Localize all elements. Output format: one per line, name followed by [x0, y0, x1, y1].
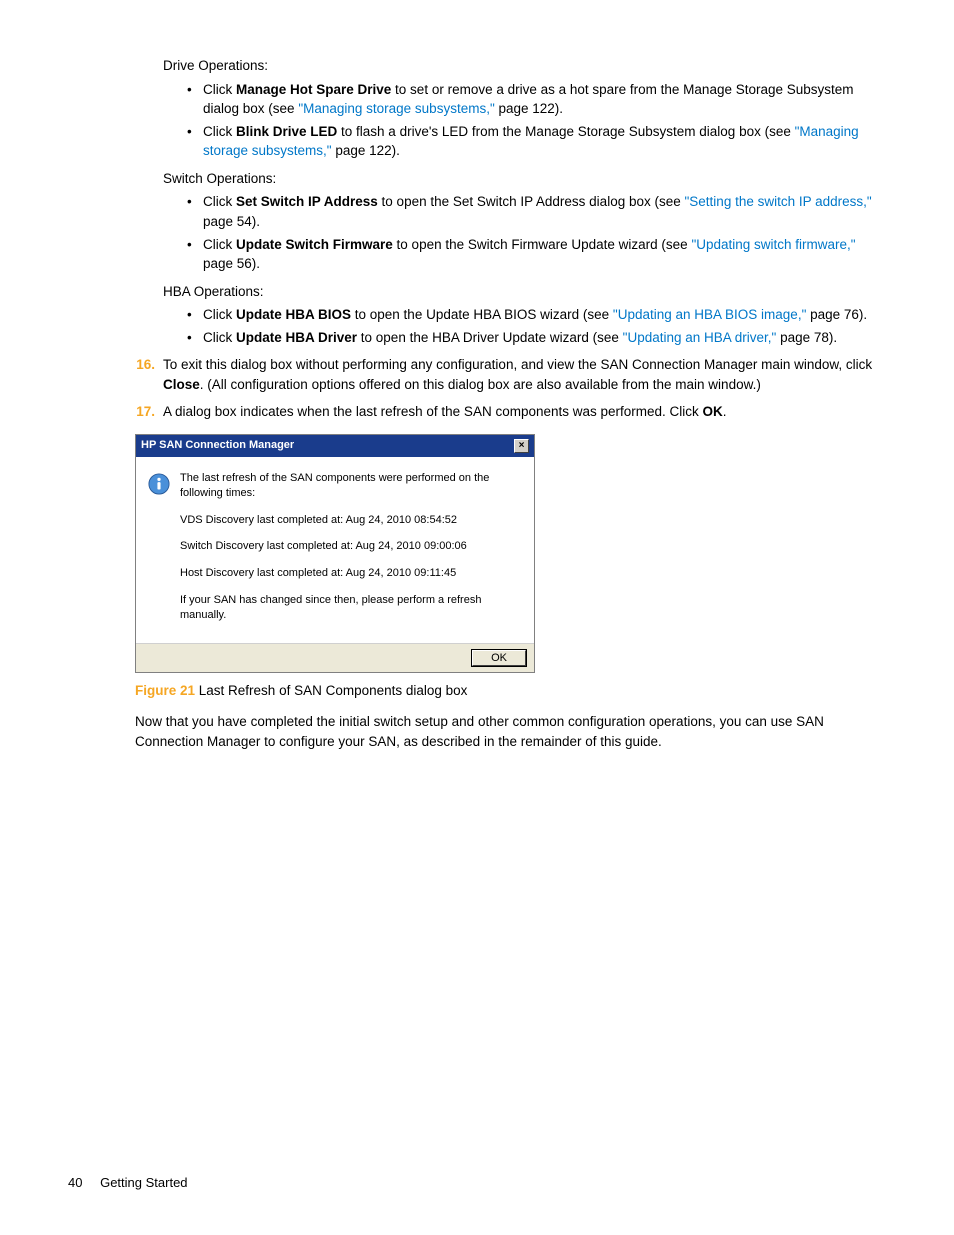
list-item: Click Set Switch IP Address to open the … — [203, 192, 886, 231]
bold-term: Manage Hot Spare Drive — [236, 82, 391, 97]
bold-term: Update HBA Driver — [236, 330, 357, 345]
dialog-footer: OK — [136, 643, 534, 672]
step-body: A dialog box indicates when the last ref… — [163, 402, 886, 422]
xref-link[interactable]: "Updating switch firmware," — [691, 237, 855, 252]
xref-link[interactable]: "Managing storage subsystems," — [298, 101, 494, 116]
bold-term: OK — [703, 404, 723, 419]
xref-link[interactable]: "Updating an HBA driver," — [623, 330, 777, 345]
info-icon — [148, 473, 170, 495]
page-footer: 40 Getting Started — [68, 1174, 188, 1193]
step-17: 17. A dialog box indicates when the last… — [163, 402, 886, 422]
dialog-messages: The last refresh of the SAN components w… — [180, 471, 522, 623]
bold-term: Update Switch Firmware — [236, 237, 393, 252]
bold-term: Close — [163, 377, 200, 392]
xref-link[interactable]: "Setting the switch IP address," — [685, 194, 872, 209]
hba-ops-list: Click Update HBA BIOS to open the Update… — [163, 305, 886, 347]
list-item: Click Update HBA Driver to open the HBA … — [203, 328, 886, 348]
switch-ops-list: Click Set Switch IP Address to open the … — [163, 192, 886, 273]
dialog-msg-host: Host Discovery last completed at: Aug 24… — [180, 566, 522, 581]
dialog-msg-intro: The last refresh of the SAN components w… — [180, 471, 522, 501]
figure-label: Figure 21 — [135, 683, 195, 698]
footer-section: Getting Started — [100, 1175, 187, 1190]
step-number: 17. — [135, 402, 163, 422]
drive-ops-label: Drive Operations: — [163, 56, 886, 76]
dialog-body: The last refresh of the SAN components w… — [136, 457, 534, 643]
bold-term: Update HBA BIOS — [236, 307, 351, 322]
figure-caption: Figure 21 Last Refresh of SAN Components… — [135, 681, 886, 701]
dialog-titlebar: HP SAN Connection Manager × — [136, 435, 534, 457]
step-body: To exit this dialog box without performi… — [163, 355, 886, 394]
page-number: 40 — [68, 1175, 82, 1190]
close-icon[interactable]: × — [514, 439, 529, 453]
closing-paragraph: Now that you have completed the initial … — [135, 712, 886, 751]
list-item: Click Update Switch Firmware to open the… — [203, 235, 886, 274]
page-content: Drive Operations: Click Manage Hot Spare… — [163, 56, 886, 422]
xref-link[interactable]: "Updating an HBA BIOS image," — [613, 307, 806, 322]
bold-term: Blink Drive LED — [236, 124, 337, 139]
list-item: Click Update HBA BIOS to open the Update… — [203, 305, 886, 325]
drive-ops-list: Click Manage Hot Spare Drive to set or r… — [163, 80, 886, 161]
list-item: Click Blink Drive LED to flash a drive's… — [203, 122, 886, 161]
step-number: 16. — [135, 355, 163, 394]
bold-term: Set Switch IP Address — [236, 194, 378, 209]
step-16: 16. To exit this dialog box without perf… — [163, 355, 886, 394]
dialog-msg-vds: VDS Discovery last completed at: Aug 24,… — [180, 513, 522, 528]
hba-ops-label: HBA Operations: — [163, 282, 886, 302]
refresh-dialog: HP SAN Connection Manager × The last ref… — [135, 434, 535, 673]
dialog-title-text: HP SAN Connection Manager — [141, 438, 294, 454]
dialog-msg-switch: Switch Discovery last completed at: Aug … — [180, 539, 522, 554]
switch-ops-label: Switch Operations: — [163, 169, 886, 189]
dialog-msg-refresh: If your SAN has changed since then, plea… — [180, 593, 522, 623]
ok-button[interactable]: OK — [472, 650, 526, 666]
list-item: Click Manage Hot Spare Drive to set or r… — [203, 80, 886, 119]
